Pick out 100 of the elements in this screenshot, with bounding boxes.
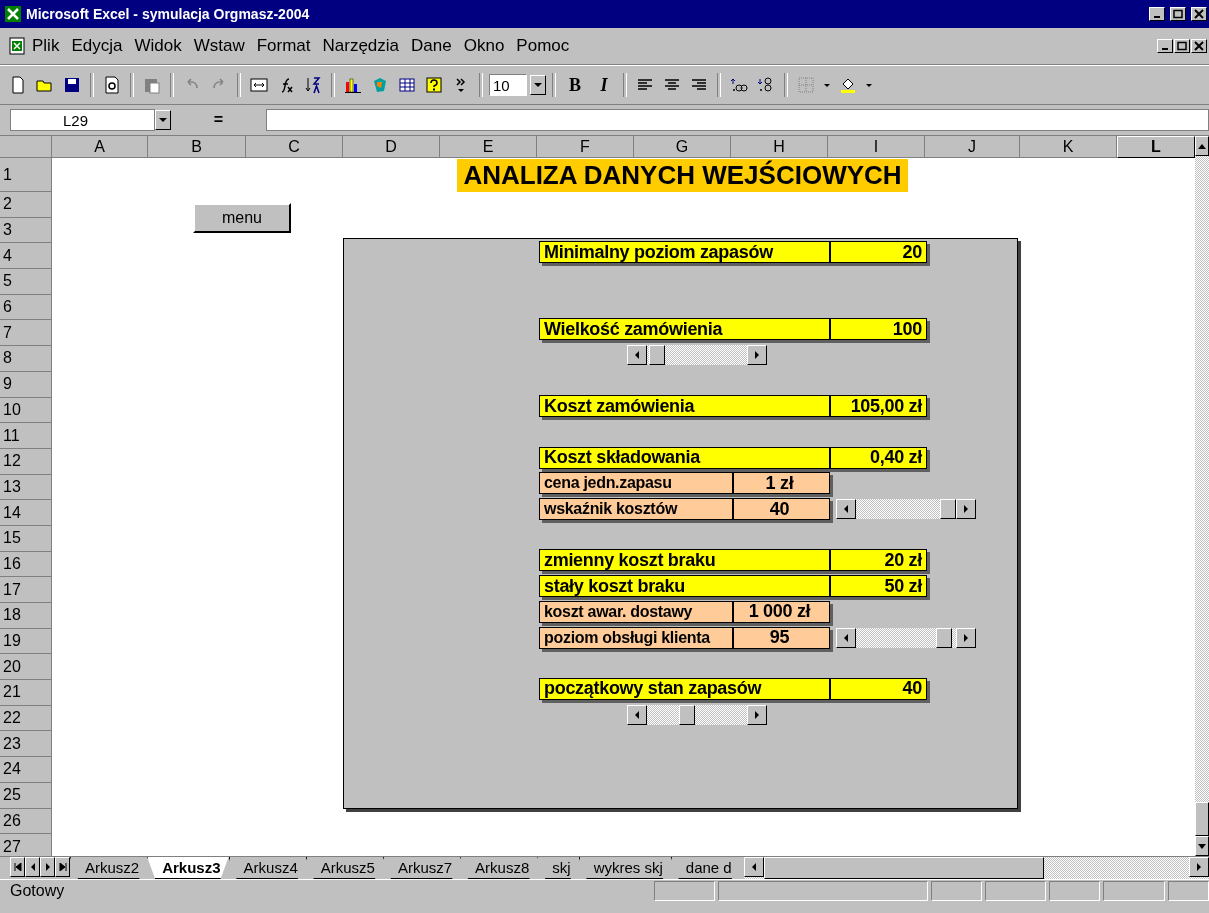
scroll-left-button[interactable] xyxy=(627,704,647,725)
scroll-left-button[interactable] xyxy=(836,499,856,520)
last-arrow-icon xyxy=(58,863,67,871)
row-header[interactable]: 25 xyxy=(0,782,52,809)
menu-item[interactable]: Plik xyxy=(26,34,66,58)
menu-item[interactable]: Widok xyxy=(128,34,188,58)
scrollbar-thumb[interactable] xyxy=(940,499,956,520)
row-header[interactable]: 27 xyxy=(0,834,52,856)
row-header[interactable]: 15 xyxy=(0,525,52,552)
row-header[interactable]: 1 xyxy=(0,158,52,192)
restore-button[interactable] xyxy=(1174,39,1190,53)
first-sheet-button[interactable] xyxy=(10,857,25,877)
menu-item[interactable]: Okno xyxy=(457,34,511,58)
dropdown-button[interactable] xyxy=(155,110,171,130)
scrollbar-thumb[interactable] xyxy=(648,345,665,365)
left-arrow-icon xyxy=(750,863,757,871)
formula-field[interactable] xyxy=(266,109,1209,131)
row-header[interactable]: 14 xyxy=(0,500,52,526)
menu-button[interactable]: menu xyxy=(193,202,291,233)
scroll-up-button[interactable] xyxy=(1195,136,1209,156)
scroll-down-button[interactable] xyxy=(1195,836,1209,856)
scrollbar-thumb[interactable] xyxy=(1195,802,1209,836)
scroll-right-button[interactable] xyxy=(956,499,976,520)
row-header[interactable]: 24 xyxy=(0,757,52,783)
row-header[interactable]: 13 xyxy=(0,474,52,501)
name-box[interactable]: L29 xyxy=(10,109,155,131)
value-cell: 105,00 zł xyxy=(830,395,927,418)
row-header[interactable]: 10 xyxy=(0,397,52,424)
column-header[interactable]: E xyxy=(440,136,537,158)
scrollbar-thumb[interactable] xyxy=(763,857,1044,879)
previous-sheet-button[interactable] xyxy=(25,857,40,877)
sheet-tab[interactable]: Arkusz3 xyxy=(147,857,229,879)
row-header[interactable]: 6 xyxy=(0,294,52,321)
row-header[interactable]: 19 xyxy=(0,628,52,655)
row-header[interactable]: 11 xyxy=(0,423,52,449)
menu-item[interactable]: Narzędzia xyxy=(316,34,406,58)
row-header[interactable]: 12 xyxy=(0,448,52,475)
column-header[interactable]: H xyxy=(731,136,828,158)
column-header[interactable]: C xyxy=(246,136,343,158)
font-size-field[interactable]: 10 xyxy=(489,74,527,96)
restore-button[interactable] xyxy=(1170,7,1186,21)
column-header[interactable]: B xyxy=(148,136,246,158)
column-header[interactable]: K xyxy=(1020,136,1117,158)
row-header[interactable]: 26 xyxy=(0,808,52,835)
dropdown-button[interactable] xyxy=(530,75,546,95)
scroll-left-button[interactable] xyxy=(743,857,764,877)
menu-item[interactable]: Format xyxy=(250,34,317,58)
row-header[interactable]: 2 xyxy=(0,192,52,218)
column-header[interactable]: J xyxy=(925,136,1020,158)
column-header[interactable]: G xyxy=(634,136,731,158)
right-arrow-icon xyxy=(754,710,760,719)
next-sheet-button[interactable] xyxy=(40,857,55,877)
row-header[interactable]: 22 xyxy=(0,705,52,732)
row-header[interactable]: 16 xyxy=(0,551,52,578)
scrollbar-thumb[interactable] xyxy=(678,704,695,725)
last-sheet-button[interactable] xyxy=(55,857,70,877)
left-arrow-icon xyxy=(634,351,640,359)
scroll-right-button[interactable] xyxy=(956,627,976,648)
row-header[interactable]: 3 xyxy=(0,217,52,244)
row-header[interactable]: 18 xyxy=(0,603,52,629)
row-header[interactable]: 7 xyxy=(0,320,52,347)
scroll-right-button[interactable] xyxy=(1189,857,1209,877)
menu-item[interactable]: Edycja xyxy=(65,34,129,58)
row-header[interactable]: 9 xyxy=(0,371,52,398)
label-cell: poziom obsługi klienta xyxy=(539,626,733,649)
row-header[interactable]: 20 xyxy=(0,654,52,681)
menu-item[interactable]: Wstaw xyxy=(187,34,251,58)
row-header[interactable]: 4 xyxy=(0,243,52,270)
row-header[interactable]: 8 xyxy=(0,346,52,372)
row-header[interactable]: 5 xyxy=(0,269,52,295)
italic-button[interactable]: I xyxy=(591,73,617,97)
scrollbar-thumb[interactable] xyxy=(935,627,952,648)
right-arrow-icon xyxy=(1196,863,1202,871)
label-cell: Koszt zamówienia xyxy=(539,395,830,418)
scroll-left-button[interactable] xyxy=(836,627,856,648)
scroll-left-button[interactable] xyxy=(627,345,647,365)
dropdown-arrow-icon xyxy=(824,83,830,87)
scroll-right-button[interactable] xyxy=(747,345,767,365)
value-cell: 100 xyxy=(830,318,927,341)
row-header[interactable]: 21 xyxy=(0,680,52,706)
label-cell: Wielkość zamówienia xyxy=(539,318,830,341)
column-header[interactable]: L xyxy=(1117,136,1195,158)
column-header[interactable]: F xyxy=(537,136,634,158)
left-arrow-icon xyxy=(843,505,849,514)
menu-item[interactable]: Dane xyxy=(405,34,458,58)
value-cell: 40 xyxy=(733,498,830,521)
row-header[interactable]: 17 xyxy=(0,577,52,603)
close-button[interactable] xyxy=(1191,7,1207,21)
column-header[interactable]: D xyxy=(343,136,440,158)
minimize-button[interactable] xyxy=(1157,39,1173,53)
down-arrow-icon xyxy=(1198,843,1206,849)
bold-button[interactable]: B xyxy=(562,73,588,97)
menu-item[interactable]: Pomoc xyxy=(510,34,576,58)
column-header[interactable]: I xyxy=(828,136,925,158)
minimize-button[interactable] xyxy=(1149,7,1165,21)
close-button[interactable] xyxy=(1191,39,1207,53)
decrease-decimal-icon xyxy=(757,76,775,94)
column-header[interactable]: A xyxy=(52,136,148,158)
row-header[interactable]: 23 xyxy=(0,731,52,758)
scroll-right-button[interactable] xyxy=(747,704,767,725)
